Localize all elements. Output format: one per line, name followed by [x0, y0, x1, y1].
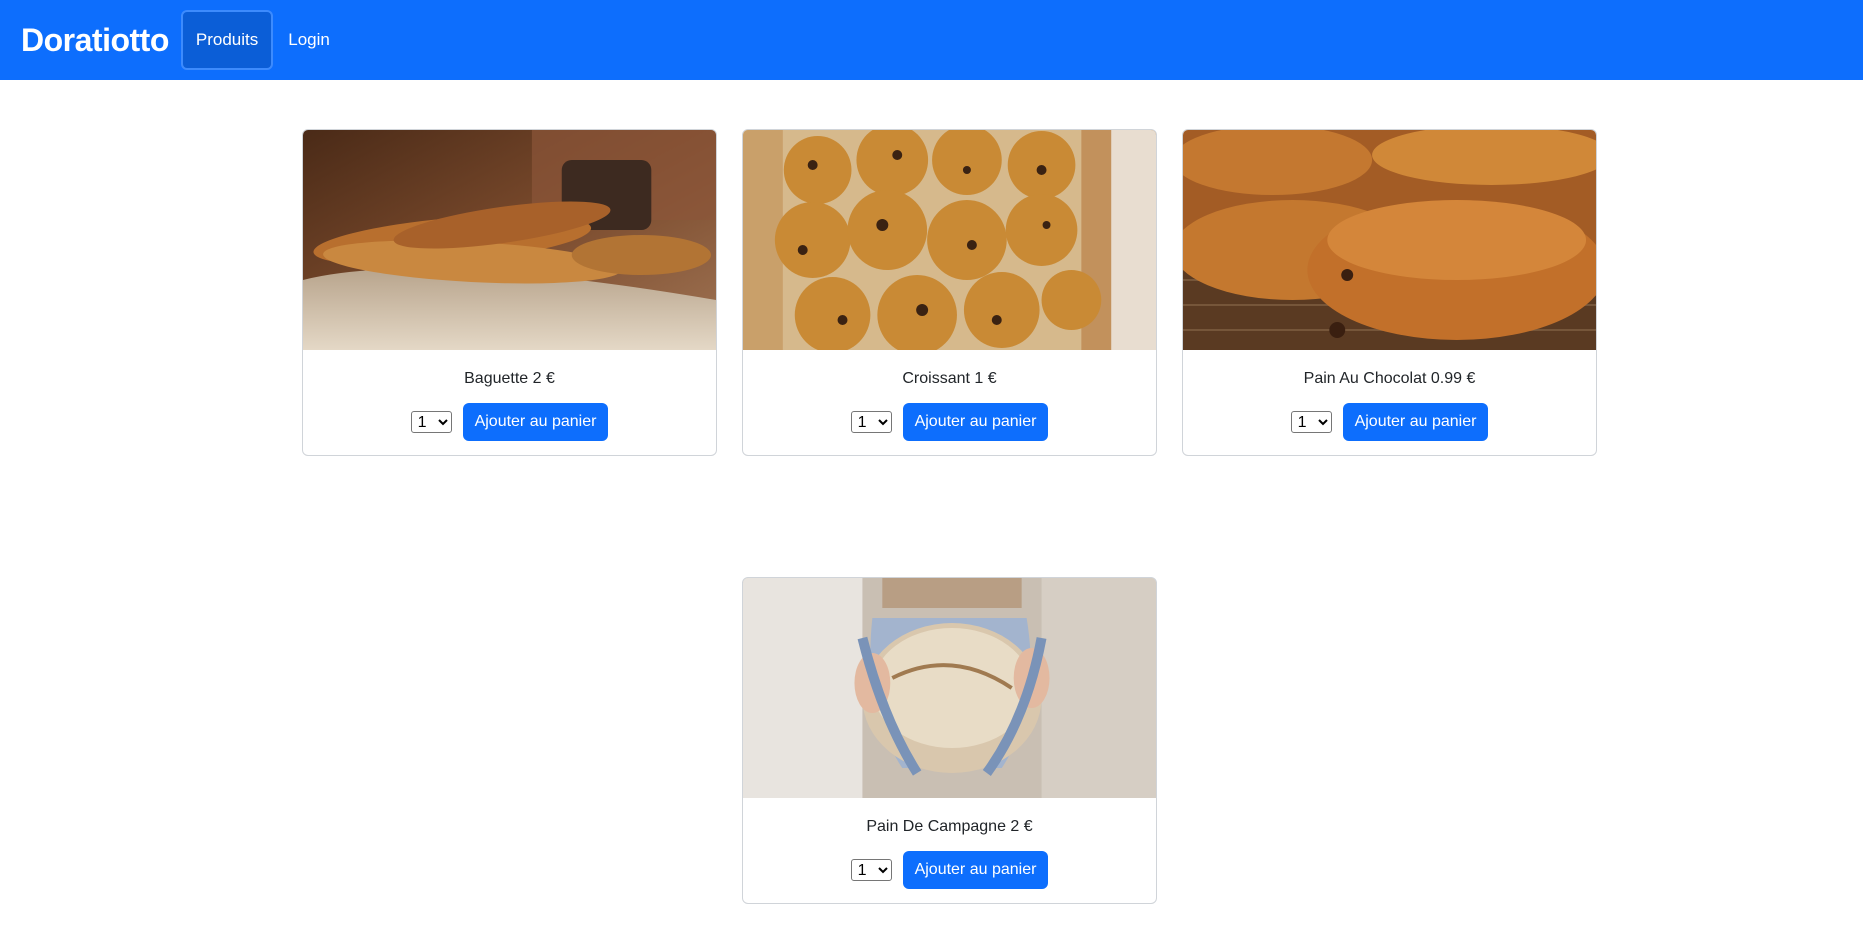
product-card: Pain De Campagne 2 € 1 Ajouter au panier — [742, 577, 1157, 904]
nav-link-login[interactable]: Login — [273, 10, 345, 70]
baguette-image — [303, 130, 716, 350]
product-card: Pain Au Chocolat 0.99 € 1 Ajouter au pan… — [1182, 129, 1597, 456]
add-to-cart-button[interactable]: Ajouter au panier — [1342, 403, 1489, 441]
brand-logo[interactable]: Doratiotto — [21, 22, 169, 59]
product-title: Pain Au Chocolat 0.99 € — [1303, 370, 1476, 387]
pain-au-chocolat-image — [1183, 130, 1596, 350]
add-to-cart-button[interactable]: Ajouter au panier — [902, 851, 1049, 889]
product-title: Pain De Campagne 2 € — [866, 818, 1033, 835]
nav-link-produits[interactable]: Produits — [180, 10, 274, 70]
add-to-cart-button[interactable]: Ajouter au panier — [462, 403, 609, 441]
quantity-select[interactable]: 1 — [1290, 411, 1332, 433]
product-card: Baguette 2 € 1 Ajouter au panier — [302, 129, 717, 456]
quantity-select[interactable]: 1 — [850, 859, 892, 881]
top-navbar: Doratiotto Produits Login — [0, 0, 1863, 80]
croissant-image — [743, 130, 1156, 350]
add-to-cart-button[interactable]: Ajouter au panier — [902, 403, 1049, 441]
product-card: Croissant 1 € 1 Ajouter au panier — [742, 129, 1157, 456]
product-title: Baguette 2 € — [464, 370, 555, 387]
quantity-select[interactable]: 1 — [410, 411, 452, 433]
quantity-select[interactable]: 1 — [850, 411, 892, 433]
product-title: Croissant 1 € — [902, 370, 997, 387]
pain-de-campagne-image — [743, 578, 1156, 798]
